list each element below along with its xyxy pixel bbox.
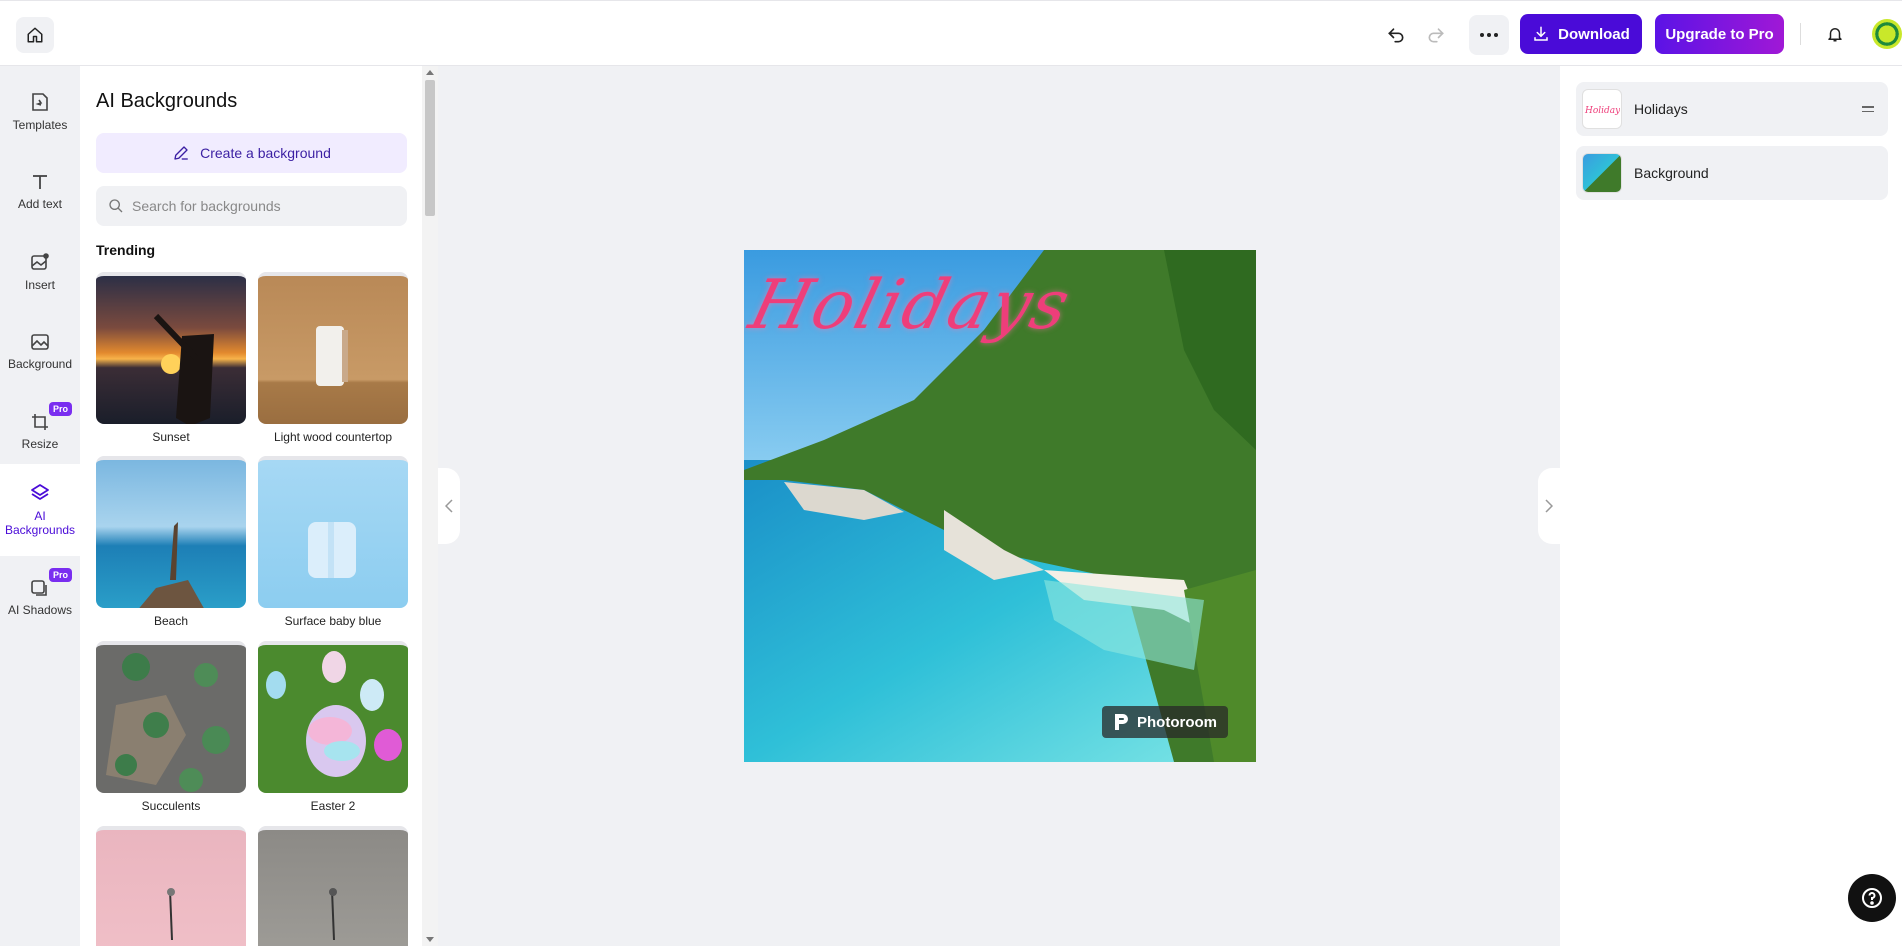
thumbnail xyxy=(258,272,408,424)
background-card-succulents[interactable]: Succulents xyxy=(96,641,246,813)
text-icon xyxy=(33,175,47,189)
undo-icon xyxy=(1388,28,1404,43)
more-icon xyxy=(1480,33,1498,37)
thumbnail xyxy=(258,456,408,608)
pencil-icon xyxy=(174,146,188,160)
more-options-button[interactable] xyxy=(1469,15,1509,55)
download-label: Download xyxy=(1558,25,1630,43)
templates-icon xyxy=(32,93,48,111)
scroll-down-arrow[interactable] xyxy=(426,937,434,942)
layer-thumbnail: Holidays xyxy=(1582,89,1622,129)
layers-icon xyxy=(31,484,49,500)
section-title: Trending xyxy=(96,242,156,258)
thumbnail xyxy=(258,641,408,793)
rail-label: Templates xyxy=(12,118,68,132)
rail-item-templates[interactable]: Templates xyxy=(0,76,80,148)
notifications-button[interactable] xyxy=(1818,17,1852,51)
thumbnail xyxy=(96,456,246,608)
watermark-label: Photoroom xyxy=(1137,713,1217,731)
avatar[interactable] xyxy=(1872,19,1902,49)
ai-backgrounds-panel: AI Backgrounds Create a background Trend… xyxy=(80,66,422,946)
card-label: Surface baby blue xyxy=(284,614,382,628)
search-icon xyxy=(109,199,123,213)
rail-label: Insert xyxy=(24,278,55,292)
background-card-concrete[interactable] xyxy=(258,826,408,946)
rail-item-background[interactable]: Background xyxy=(0,316,80,388)
pro-badge: Pro xyxy=(48,568,72,582)
redo-icon xyxy=(1428,28,1444,43)
shadow-icon xyxy=(31,580,47,596)
photoroom-logo-icon xyxy=(1115,714,1128,730)
redo-button[interactable] xyxy=(1418,17,1454,53)
search-box xyxy=(96,186,407,226)
insert-image-icon xyxy=(31,253,49,270)
background-card-sunset[interactable]: Sunset xyxy=(96,272,246,444)
layer-item-holidays[interactable]: Holidays Holidays xyxy=(1576,82,1888,136)
panel-title: AI Backgrounds xyxy=(96,90,238,112)
photoroom-watermark: Photoroom xyxy=(1102,706,1228,738)
home-icon xyxy=(27,27,43,43)
background-card-easter-2[interactable]: Easter 2 xyxy=(258,641,408,813)
thumbnail xyxy=(96,826,246,946)
chevron-left-icon xyxy=(445,499,453,513)
background-card-light-wood[interactable]: Light wood countertop xyxy=(258,272,408,444)
top-bar: Download Upgrade to Pro xyxy=(0,0,1902,66)
rail-item-add-text[interactable]: Add text xyxy=(0,156,80,228)
rail-label: AI Shadows xyxy=(7,603,73,617)
drag-handle-icon[interactable] xyxy=(1862,106,1874,115)
rail-label: AI Backgrounds xyxy=(5,509,76,537)
layer-label: Holidays xyxy=(1634,101,1688,117)
layer-thumb-text: Holidays xyxy=(1584,106,1620,116)
rail-label: Resize xyxy=(21,437,59,451)
layers-panel: Holidays Holidays Background xyxy=(1560,66,1902,946)
create-background-label: Create a background xyxy=(200,145,331,161)
canvas-text-layer[interactable]: Holidays xyxy=(744,266,1079,345)
rail-item-ai-backgrounds[interactable]: AI Backgrounds xyxy=(0,464,80,556)
thumbnail xyxy=(258,826,408,946)
left-rail: Templates Add text Insert Background Pro… xyxy=(0,66,80,946)
design-canvas[interactable]: Holidays Photoroom xyxy=(744,250,1256,762)
download-icon xyxy=(1534,26,1548,41)
rail-item-insert[interactable]: Insert xyxy=(0,236,80,308)
create-background-button[interactable]: Create a background xyxy=(96,133,407,173)
card-label: Easter 2 xyxy=(310,799,356,813)
thumbnail xyxy=(96,641,246,793)
scroll-up-arrow[interactable] xyxy=(426,70,434,75)
card-label: Succulents xyxy=(141,799,201,813)
chevron-right-icon xyxy=(1545,499,1553,513)
rail-label: Add text xyxy=(17,197,63,211)
rail-item-ai-shadows[interactable]: Pro AI Shadows xyxy=(0,562,80,634)
layer-label: Background xyxy=(1634,165,1709,181)
background-card-baby-blue[interactable]: Surface baby blue xyxy=(258,456,408,628)
thumbnail xyxy=(96,272,246,424)
background-icon xyxy=(31,334,49,350)
panel-scrollbar[interactable] xyxy=(422,66,438,946)
scroll-thumb[interactable] xyxy=(425,80,435,216)
crop-icon xyxy=(32,414,48,430)
layer-item-background[interactable]: Background xyxy=(1576,146,1888,200)
help-icon xyxy=(1862,888,1882,908)
collapse-right-panel-handle[interactable] xyxy=(1538,468,1560,544)
upgrade-label: Upgrade to Pro xyxy=(1665,25,1774,43)
upgrade-button[interactable]: Upgrade to Pro xyxy=(1655,14,1784,54)
collapse-left-panel-handle[interactable] xyxy=(438,468,460,544)
download-button[interactable]: Download xyxy=(1520,14,1642,54)
undo-button[interactable] xyxy=(1378,17,1414,53)
card-label: Light wood countertop xyxy=(273,430,393,444)
pro-badge: Pro xyxy=(48,402,72,416)
bell-icon xyxy=(1828,28,1842,42)
layer-thumbnail xyxy=(1582,153,1622,193)
help-button[interactable] xyxy=(1848,874,1896,922)
card-label: Sunset xyxy=(152,430,190,444)
card-label: Beach xyxy=(153,614,189,628)
rail-item-resize[interactable]: Pro Resize xyxy=(0,396,80,468)
search-input[interactable] xyxy=(132,198,392,214)
rail-label: Background xyxy=(7,357,73,371)
divider xyxy=(1800,23,1801,45)
background-card-beach[interactable]: Beach xyxy=(96,456,246,628)
background-card-pink[interactable] xyxy=(96,826,246,946)
home-button[interactable] xyxy=(16,17,54,53)
